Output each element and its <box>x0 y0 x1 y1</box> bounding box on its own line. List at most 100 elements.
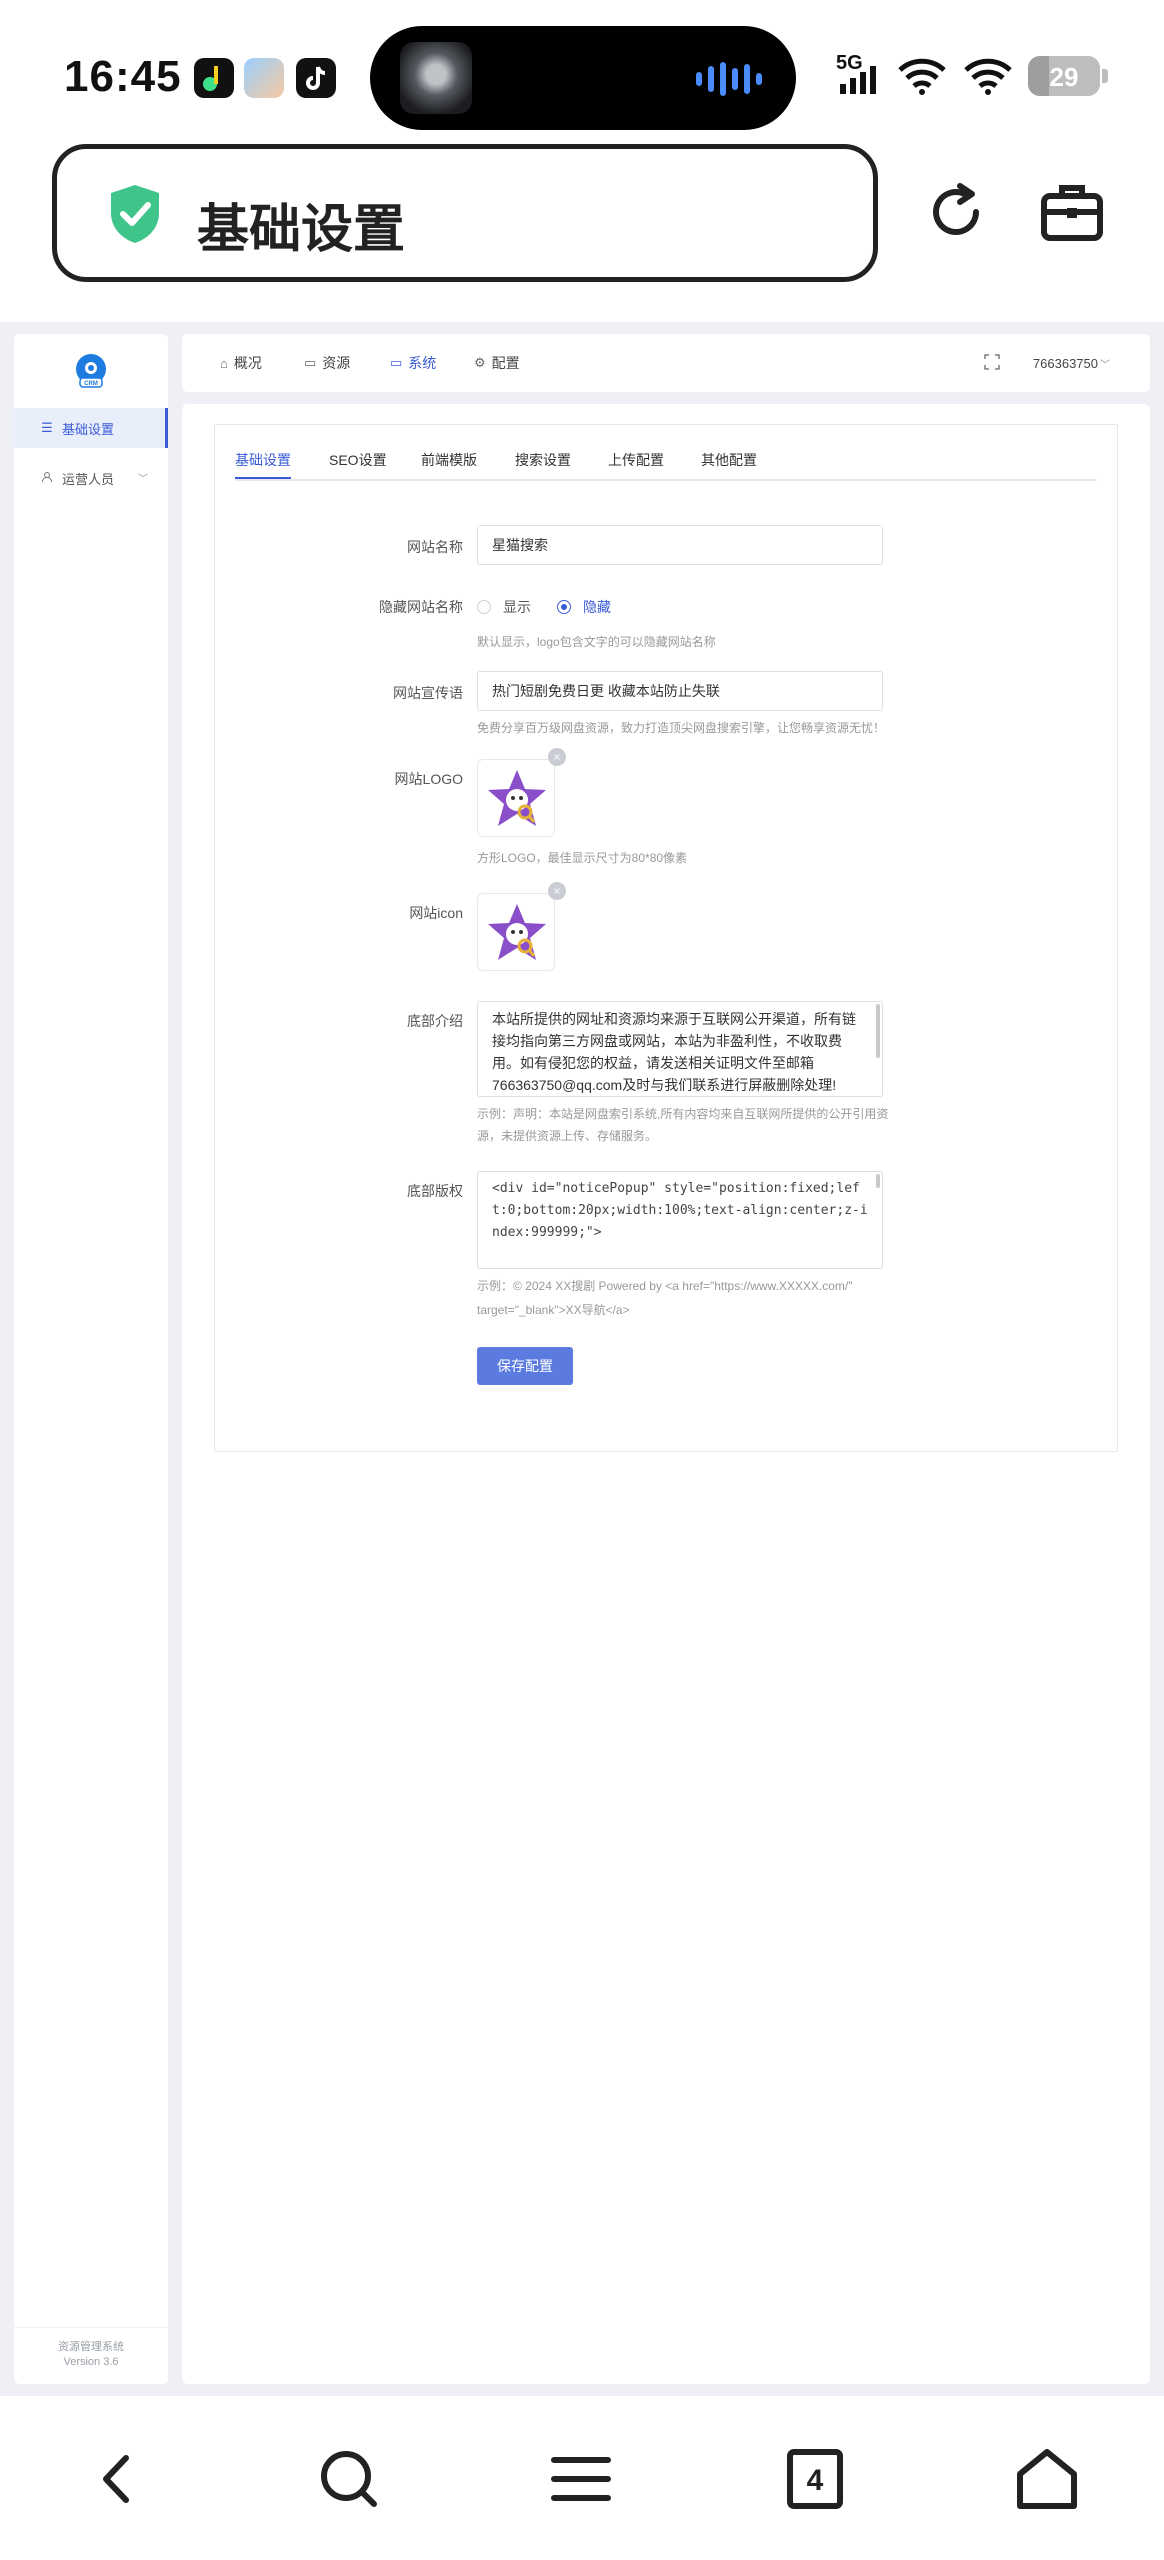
sidebar-item-label: 基础设置 <box>62 421 115 437</box>
sidebar-item-basic-settings[interactable]: ☰ 基础设置 <box>14 408 168 448</box>
sliders-icon: ☰ <box>41 420 53 435</box>
fullscreen-icon[interactable] <box>984 354 1000 370</box>
hide-name-label: 隐藏网站名称 <box>379 599 463 615</box>
radio-dot <box>477 600 491 614</box>
nav-label: 概况 <box>233 355 262 371</box>
footer-intro-textarea[interactable]: 本站所提供的网址和资源均来源于互联网公开渠道，所有链接均指向第三方网盘或网站，本… <box>477 1001 883 1097</box>
wifi-icon-2 <box>964 58 1012 95</box>
battery-indicator: 29 <box>1028 56 1100 96</box>
tab-basic[interactable]: 基础设置 <box>235 449 291 479</box>
cloud-app-icon <box>244 58 284 98</box>
tab-seo[interactable]: SEO设置 <box>329 449 387 479</box>
logo-upload[interactable]: × <box>477 748 566 837</box>
nav-overview[interactable]: ⌂ 概况 <box>220 334 262 392</box>
star-mascot-icon <box>488 770 546 826</box>
logo-help: 方形LOGO，最佳显示尺寸为80*80像素 <box>477 851 688 865</box>
tab-other[interactable]: 其他配置 <box>701 449 757 479</box>
radio-hide[interactable]: 隐藏 <box>557 597 611 617</box>
page-title: 基础设置 <box>197 201 406 259</box>
battery-percent: 29 <box>1049 62 1079 92</box>
sidebar-item-operators[interactable]: 运营人员 ﹀ <box>14 458 168 498</box>
nav-label: 系统 <box>408 355 437 371</box>
footer-copyright-help-2: target="_blank">XX导航</a> <box>477 1303 630 1317</box>
back-icon[interactable] <box>82 2444 152 2514</box>
tab-frontend-template[interactable]: 前端模版 <box>421 449 477 479</box>
shield-check-icon <box>111 185 159 243</box>
user-menu[interactable]: 766363750 ﹀ <box>1033 334 1110 392</box>
icon-label: 网站icon <box>409 905 463 921</box>
tabs-icon[interactable]: 4 <box>780 2444 850 2514</box>
star-mascot-icon <box>488 904 546 960</box>
remove-icon-icon[interactable]: × <box>548 882 566 900</box>
hide-name-help: 默认显示，logo包含文字的可以隐藏网站名称 <box>477 635 716 649</box>
radio-label: 显示 <box>503 599 531 615</box>
gear-icon: ⚙ <box>474 355 486 370</box>
svg-text:CRM: CRM <box>84 381 98 387</box>
chevron-down-icon: ﹀ <box>1100 359 1110 371</box>
monitor-icon: ▭ <box>390 355 403 370</box>
username: 766363750 <box>1032 355 1098 371</box>
main-content: 基础设置 SEO设置 前端模版 搜索设置 上传配置 其他配置 网站名称 星猫搜索… <box>182 404 1150 2384</box>
logo-label: 网站LOGO <box>394 771 463 787</box>
footer-copyright-text: <div id="noticePopup" style="position:fi… <box>492 1181 868 1240</box>
folder-icon: ▭ <box>304 355 317 370</box>
battery-tip <box>1102 69 1108 83</box>
browser-bottom-bar: 4 <box>0 2396 1164 2560</box>
wifi-icon <box>898 58 946 95</box>
page-title-card[interactable]: 基础设置 <box>52 144 878 282</box>
textarea-scrollbar[interactable] <box>876 1174 880 1188</box>
slogan-label: 网站宣传语 <box>393 685 463 701</box>
refresh-icon[interactable] <box>920 176 992 248</box>
status-bar: 16:45 5G 29 <box>0 0 1164 140</box>
site-name-input[interactable]: 星猫搜索 <box>477 525 883 565</box>
tab-upload[interactable]: 上传配置 <box>608 449 664 479</box>
nav-resources[interactable]: ▭ 资源 <box>304 334 350 392</box>
footer-intro-label: 底部介绍 <box>407 1013 463 1029</box>
radio-dot <box>557 600 571 614</box>
slogan-input[interactable]: 热门短剧免费日更 收藏本站防止失联 <box>477 671 883 711</box>
nav-config[interactable]: ⚙ 配置 <box>474 334 520 392</box>
web-page: CRM ☰ 基础设置 运营人员 ﹀ 资源管理系统 Version 3.6 ⌂ 概… <box>0 322 1164 2396</box>
crm-logo-icon: CRM <box>76 354 106 388</box>
top-navigation: ⌂ 概况 ▭ 资源 ▭ 系统 ⚙ 配置 766363750 ﹀ <box>182 334 1150 392</box>
nav-label: 资源 <box>322 355 351 371</box>
home-icon[interactable] <box>1012 2444 1082 2514</box>
home-icon: ⌂ <box>220 355 228 371</box>
menu-icon[interactable] <box>546 2444 616 2514</box>
footer-copyright-help-1: 示例：© 2024 XX搜剧 Powered by <a href="https… <box>477 1279 853 1293</box>
audio-wave-icon <box>696 62 762 96</box>
system-version: Version 3.6 <box>63 2356 119 2368</box>
tab-search[interactable]: 搜索设置 <box>515 449 571 479</box>
nav-system[interactable]: ▭ 系统 <box>390 334 436 392</box>
textarea-scrollbar[interactable] <box>876 1004 880 1058</box>
signal-icon: 5G <box>836 52 882 96</box>
nav-label: 配置 <box>491 355 520 371</box>
site-name-label: 网站名称 <box>407 539 463 555</box>
settings-card: 基础设置 SEO设置 前端模版 搜索设置 上传配置 其他配置 网站名称 星猫搜索… <box>214 424 1118 1452</box>
footer-copyright-textarea[interactable]: <div id="noticePopup" style="position:fi… <box>477 1171 883 1269</box>
music-app-icon <box>194 58 234 98</box>
radio-label: 隐藏 <box>583 599 611 615</box>
chevron-down-icon: ﹀ <box>138 474 148 485</box>
search-icon[interactable] <box>314 2444 384 2514</box>
dynamic-island <box>370 26 796 130</box>
remove-logo-icon[interactable]: × <box>548 748 566 766</box>
footer-copyright-label: 底部版权 <box>407 1183 463 1199</box>
footer-intro-help-2: 源，未提供资源上传、存储服务。 <box>477 1129 658 1143</box>
toolbox-icon[interactable] <box>1036 176 1108 248</box>
slogan-help: 免费分享百万级网盘资源，致力打造顶尖网盘搜索引擎，让您畅享资源无忧！ <box>477 721 886 735</box>
sidebar-item-label: 运营人员 <box>62 471 115 487</box>
footer-intro-help-1: 示例：声明：本站是网盘索引系统,所有内容均来自互联网所提供的公开引用资 <box>477 1107 889 1121</box>
sidebar: CRM ☰ 基础设置 运营人员 ﹀ 资源管理系统 Version 3.6 <box>14 334 168 2384</box>
svg-text:4: 4 <box>807 2464 824 2497</box>
footer-intro-text: 本站所提供的网址和资源均来源于互联网公开渠道，所有链接均指向第三方网盘或网站，本… <box>492 1011 856 1093</box>
user-icon <box>40 471 54 485</box>
system-name: 资源管理系统 <box>58 2341 124 2353</box>
save-config-button[interactable]: 保存配置 <box>477 1347 573 1385</box>
settings-tabs: 基础设置 SEO设置 前端模版 搜索设置 上传配置 其他配置 <box>235 445 1097 481</box>
media-thumbnail <box>400 42 472 114</box>
status-time: 16:45 <box>64 52 182 101</box>
hide-name-radio-group: 显示 隐藏 <box>477 597 677 617</box>
icon-upload[interactable]: × <box>477 882 566 971</box>
radio-show[interactable]: 显示 <box>477 597 531 617</box>
